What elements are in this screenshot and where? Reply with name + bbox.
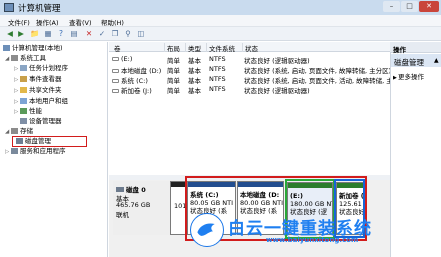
menu-file[interactable]: 文件(F) bbox=[8, 17, 30, 27]
section-collapse-icon[interactable]: ▲ bbox=[434, 57, 439, 64]
disk-status: 联机 bbox=[116, 211, 129, 219]
maximize-button[interactable]: □ bbox=[401, 1, 418, 12]
menu-bar: 文件(F) 操作(A) 查看(V) 帮助(H) bbox=[0, 15, 441, 27]
table-row[interactable]: 本地磁盘 (D:) 简单 基本 NTFS 状态良好 (系统, 启动, 页面文件,… bbox=[109, 64, 390, 75]
column-type[interactable]: 类型 bbox=[185, 43, 201, 53]
storage-icon bbox=[11, 128, 18, 134]
check-icon[interactable]: ✓ bbox=[97, 29, 107, 39]
volume-icon bbox=[112, 79, 119, 83]
menu-action[interactable]: 操作(A) bbox=[36, 17, 59, 27]
tree-item-system-tools[interactable]: ◢ 系统工具 bbox=[5, 54, 46, 63]
disk-icon bbox=[116, 187, 124, 192]
actions-title: 操作 bbox=[390, 42, 441, 54]
export-icon[interactable]: ◫ bbox=[136, 29, 146, 39]
delete-icon[interactable]: ✕ bbox=[84, 29, 94, 39]
table-row[interactable]: 新加卷 (J:) 简单 基本 NTFS 状态良好 (逻辑驱动器) bbox=[109, 84, 390, 95]
search-icon[interactable]: ⚲ bbox=[123, 29, 133, 39]
volume-icon bbox=[112, 89, 119, 93]
watermark-url: www.baiyunxitong.com bbox=[266, 236, 359, 244]
volume-icon bbox=[112, 57, 119, 61]
tree-item-local-users[interactable]: ▷ 本地用户和组 bbox=[14, 97, 68, 106]
users-icon bbox=[20, 98, 27, 104]
folder-icon bbox=[20, 87, 27, 93]
volume-list-header: 卷 布局 类型 文件系统 状态 bbox=[109, 42, 390, 53]
services-icon bbox=[11, 148, 18, 154]
tree-item-device-manager[interactable]: 设备管理器 bbox=[20, 117, 62, 126]
window-title: 计算机管理 bbox=[18, 4, 61, 14]
column-layout[interactable]: 布局 bbox=[164, 43, 180, 53]
toolbar: ◀ ▶ 📁 ▦ ? ▤ ✕ ✓ ❐ ⚲ ◫ bbox=[0, 27, 441, 41]
title-bar: 计算机管理 – □ ✕ bbox=[0, 0, 441, 15]
clock-icon bbox=[20, 65, 27, 71]
copy-icon[interactable]: ❐ bbox=[110, 29, 120, 39]
tree-item-event-viewer[interactable]: ▷ 事件查看器 bbox=[14, 75, 62, 84]
help-icon[interactable]: ? bbox=[56, 29, 66, 39]
partition-unallocated[interactable]: 101 bbox=[170, 181, 186, 235]
tools-icon bbox=[11, 55, 18, 61]
column-status[interactable]: 状态 bbox=[242, 43, 258, 53]
bird-logo-icon bbox=[197, 223, 215, 236]
table-row[interactable]: 系统 (C:) 简单 基本 NTFS 状态良好 (系统, 启动, 页面文件, 活… bbox=[109, 74, 390, 85]
disk-info[interactable]: 磁盘 0 基本 465.76 GB 联机 bbox=[113, 181, 170, 235]
column-volume[interactable]: 卷 bbox=[112, 43, 121, 53]
volume-icon bbox=[112, 69, 119, 73]
menu-help[interactable]: 帮助(H) bbox=[101, 17, 124, 27]
disk-size: 465.76 GB bbox=[116, 201, 151, 209]
tree-item-performance[interactable]: ▷ 性能 bbox=[14, 107, 42, 116]
properties-icon[interactable]: ▤ bbox=[69, 29, 79, 39]
back-icon[interactable]: ◀ bbox=[5, 29, 15, 39]
event-icon bbox=[20, 76, 27, 82]
menu-view[interactable]: 查看(V) bbox=[69, 17, 92, 27]
more-actions-link[interactable]: ▶更多操作 bbox=[393, 71, 424, 81]
show-tree-icon[interactable]: ▦ bbox=[43, 29, 53, 39]
tree-item-storage[interactable]: ◢ 存储 bbox=[5, 127, 33, 136]
up-folder-icon[interactable]: 📁 bbox=[30, 29, 40, 39]
tree-item-root[interactable]: 计算机管理(本地) bbox=[3, 44, 63, 53]
actions-section-disk-management[interactable]: 磁盘管理 ▲ bbox=[391, 54, 441, 67]
tree-item-task-scheduler[interactable]: ▷ 任务计划程序 bbox=[14, 64, 68, 73]
watermark-logo bbox=[190, 213, 224, 247]
tree-item-services[interactable]: ▷ 服务和应用程序 bbox=[5, 147, 66, 156]
device-icon bbox=[20, 118, 27, 124]
close-button[interactable]: ✕ bbox=[419, 1, 439, 12]
computer-icon bbox=[3, 45, 10, 51]
computer-management-icon bbox=[4, 3, 14, 12]
column-filesystem[interactable]: 文件系统 bbox=[206, 43, 235, 53]
tree-item-shared-folders[interactable]: ▷ 共享文件夹 bbox=[14, 86, 62, 95]
minimize-button[interactable]: – bbox=[383, 1, 400, 12]
table-row[interactable]: (E:) 简单 基本 NTFS 状态良好 (逻辑驱动器) bbox=[109, 54, 390, 65]
annotation-box-disk-management bbox=[12, 136, 87, 147]
performance-icon bbox=[20, 108, 27, 114]
forward-icon[interactable]: ▶ bbox=[16, 29, 26, 39]
